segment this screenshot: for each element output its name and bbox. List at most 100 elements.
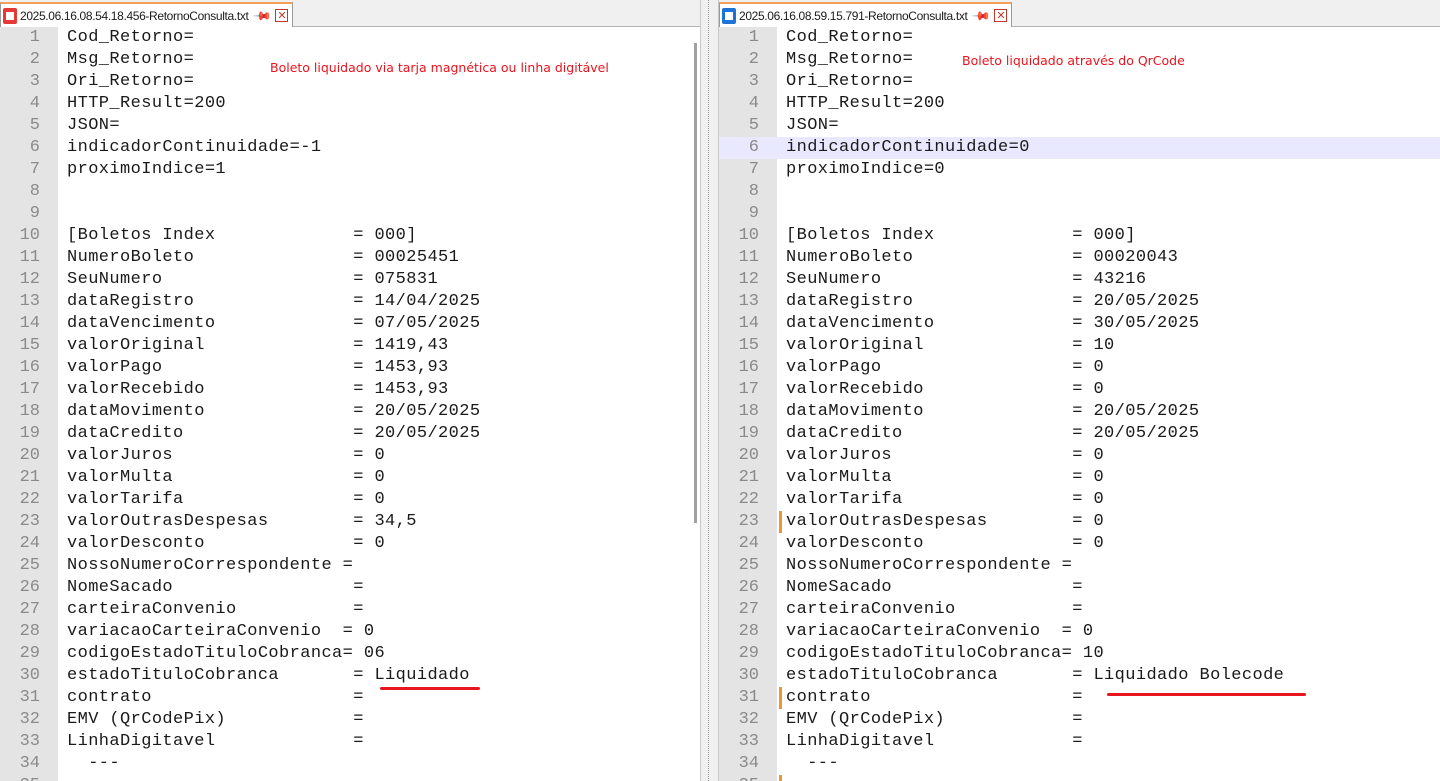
editor-line[interactable]: 27 carteiraConvenio = (0, 599, 700, 621)
editor-line[interactable]: 20 valorJuros = 0 (0, 445, 700, 467)
editor-line[interactable]: 31 contrato = (0, 687, 700, 709)
editor-line[interactable]: 7 proximoIndice=1 (0, 159, 700, 181)
line-number: 16 (738, 358, 759, 377)
editor-line[interactable]: 1 Cod_Retorno= (719, 27, 1440, 49)
editor-line[interactable]: 28 variacaoCarteiraConvenio = 0 (0, 621, 700, 643)
editor-line[interactable]: 29 codigoEstadoTituloCobranca= 06 (0, 643, 700, 665)
line-number: 33 (738, 732, 759, 751)
line-text: JSON= (786, 116, 840, 135)
editor-line[interactable]: 26 NomeSacado = (719, 577, 1440, 599)
editor-line[interactable]: 21 valorMulta = 0 (0, 467, 700, 489)
editor-line[interactable]: 30 estadoTituloCobranca = Liquidado Bolec… (719, 665, 1440, 687)
line-text: codigoEstadoTituloCobranca= 10 (786, 644, 1105, 663)
editor-line[interactable]: 7 proximoIndice=0 (719, 159, 1440, 181)
editor-line[interactable]: 16 valorPago = 1453,93 (0, 357, 700, 379)
editor-line[interactable]: 21 valorMulta = 0 (719, 467, 1440, 489)
editor-line[interactable]: 25 NossoNumeroCorrespondente = (0, 555, 700, 577)
editor-line[interactable]: 9 (719, 203, 1440, 225)
editor-line[interactable]: 32 EMV (QrCodePix) = (719, 709, 1440, 731)
editor-line[interactable]: 13 dataRegistro = 14/04/2025 (0, 291, 700, 313)
editor-line[interactable]: 5 JSON= (0, 115, 700, 137)
editor-line[interactable]: 35 (0, 775, 700, 781)
editor-line[interactable]: 27 carteiraConvenio = (719, 599, 1440, 621)
editor-line[interactable]: 6 indicadorContinuidade=0 (719, 137, 1440, 159)
line-text: Cod_Retorno= (786, 28, 914, 47)
editor-line[interactable]: 31 contrato = (719, 687, 1440, 709)
left-text-editor[interactable]: 1 Cod_Retorno= 2 Msg_Retorno= 3 Ori_Retorno= 4… (0, 27, 700, 781)
editor-line[interactable]: 20 valorJuros = 0 (719, 445, 1440, 467)
editor-line[interactable]: 1 Cod_Retorno= (0, 27, 700, 49)
editor-line[interactable]: 34 --- (0, 753, 700, 775)
editor-line[interactable]: 12 SeuNumero = 43216 (719, 269, 1440, 291)
editor-line[interactable]: 8 (0, 181, 700, 203)
line-text: estadoTituloCobranca = Liquidado Bolecod… (786, 666, 1285, 685)
editor-line[interactable]: 10 [Boletos Index = 000] (719, 225, 1440, 247)
editor-line[interactable]: 22 valorTarifa = 0 (0, 489, 700, 511)
close-tab-icon[interactable]: ✕ (994, 9, 1008, 22)
editor-line[interactable]: 10 [Boletos Index = 000] (0, 225, 700, 247)
editor-line[interactable]: 9 (0, 203, 700, 225)
line-text: dataMovimento = 20/05/2025 (67, 402, 481, 421)
editor-line[interactable]: 29 codigoEstadoTituloCobranca= 10 (719, 643, 1440, 665)
line-number: 12 (738, 270, 759, 289)
editor-line[interactable]: 14 dataVencimento = 30/05/2025 (719, 313, 1440, 335)
editor-line[interactable]: 26 NomeSacado = (0, 577, 700, 599)
right-editor-pane: 2025.06.16.08.59.15.791-RetornoConsulta.… (719, 0, 1440, 781)
line-text: LinhaDigitavel = (67, 732, 364, 751)
editor-line[interactable]: 13 dataRegistro = 20/05/2025 (719, 291, 1440, 313)
line-number: 15 (19, 336, 40, 355)
pin-icon[interactable]: 📌 (253, 5, 273, 25)
line-number: 32 (738, 710, 759, 729)
editor-line[interactable]: 23 valorOutrasDespesas = 0 (719, 511, 1440, 533)
editor-line[interactable]: 30 estadoTituloCobranca = Liquidado (0, 665, 700, 687)
editor-line[interactable]: 16 valorPago = 0 (719, 357, 1440, 379)
editor-line[interactable]: 25 NossoNumeroCorrespondente = (719, 555, 1440, 577)
line-text: valorRecebido = 1453,93 (67, 380, 449, 399)
editor-line[interactable]: 22 valorTarifa = 0 (719, 489, 1440, 511)
editor-line[interactable]: 11 NumeroBoleto = 00025451 (0, 247, 700, 269)
line-number: 17 (738, 380, 759, 399)
editor-line[interactable]: 15 valorOriginal = 1419,43 (0, 335, 700, 357)
editor-line[interactable]: 15 valorOriginal = 10 (719, 335, 1440, 357)
line-number: 18 (738, 402, 759, 421)
line-number: 5 (29, 116, 40, 135)
editor-line[interactable]: 11 NumeroBoleto = 00020043 (719, 247, 1440, 269)
editor-line[interactable]: 19 dataCredito = 20/05/2025 (0, 423, 700, 445)
editor-line[interactable]: 17 valorRecebido = 1453,93 (0, 379, 700, 401)
right-file-tab[interactable]: 2025.06.16.08.59.15.791-RetornoConsulta.… (719, 2, 1013, 27)
editor-line[interactable]: 18 dataMovimento = 20/05/2025 (719, 401, 1440, 423)
left-vertical-scrollbar[interactable] (694, 43, 697, 523)
left-tab-bar: 2025.06.16.08.54.18.456-RetornoConsulta.… (0, 0, 700, 27)
editor-line[interactable]: 23 valorOutrasDespesas = 34,5 (0, 511, 700, 533)
line-text: proximoIndice=1 (67, 160, 227, 179)
editor-line[interactable]: 24 valorDesconto = 0 (719, 533, 1440, 555)
editor-line[interactable]: 35 (719, 775, 1440, 781)
editor-line[interactable]: 34 --- (719, 753, 1440, 775)
editor-line[interactable]: 8 (719, 181, 1440, 203)
line-text: --- (67, 754, 121, 773)
editor-line[interactable]: 4 HTTP_Result=200 (719, 93, 1440, 115)
change-marker (779, 687, 782, 709)
editor-line[interactable]: 33 LinhaDigitavel = (719, 731, 1440, 753)
editor-line[interactable]: 12 SeuNumero = 075831 (0, 269, 700, 291)
right-text-editor[interactable]: 1 Cod_Retorno= 2 Msg_Retorno= 3 Ori_Retorno= 4… (719, 27, 1440, 781)
editor-line[interactable]: 33 LinhaDigitavel = (0, 731, 700, 753)
pane-splitter[interactable] (700, 0, 719, 781)
pin-icon[interactable]: 📌 (972, 5, 992, 25)
editor-line[interactable]: 24 valorDesconto = 0 (0, 533, 700, 555)
left-file-tab[interactable]: 2025.06.16.08.54.18.456-RetornoConsulta.… (0, 2, 294, 27)
editor-line[interactable]: 17 valorRecebido = 0 (719, 379, 1440, 401)
editor-line[interactable]: 5 JSON= (719, 115, 1440, 137)
editor-line[interactable]: 32 EMV (QrCodePix) = (0, 709, 700, 731)
editor-line[interactable]: 28 variacaoCarteiraConvenio = 0 (719, 621, 1440, 643)
editor-line[interactable]: 4 HTTP_Result=200 (0, 93, 700, 115)
editor-line[interactable]: 14 dataVencimento = 07/05/2025 (0, 313, 700, 335)
editor-line[interactable]: 19 dataCredito = 20/05/2025 (719, 423, 1440, 445)
line-number: 29 (19, 644, 40, 663)
line-number: 35 (0, 775, 40, 781)
line-text: carteiraConvenio = (67, 600, 364, 619)
editor-line[interactable]: 3 Ori_Retorno= (719, 71, 1440, 93)
editor-line[interactable]: 18 dataMovimento = 20/05/2025 (0, 401, 700, 423)
editor-line[interactable]: 6 indicadorContinuidade=-1 (0, 137, 700, 159)
close-tab-icon[interactable]: ✕ (275, 9, 289, 22)
